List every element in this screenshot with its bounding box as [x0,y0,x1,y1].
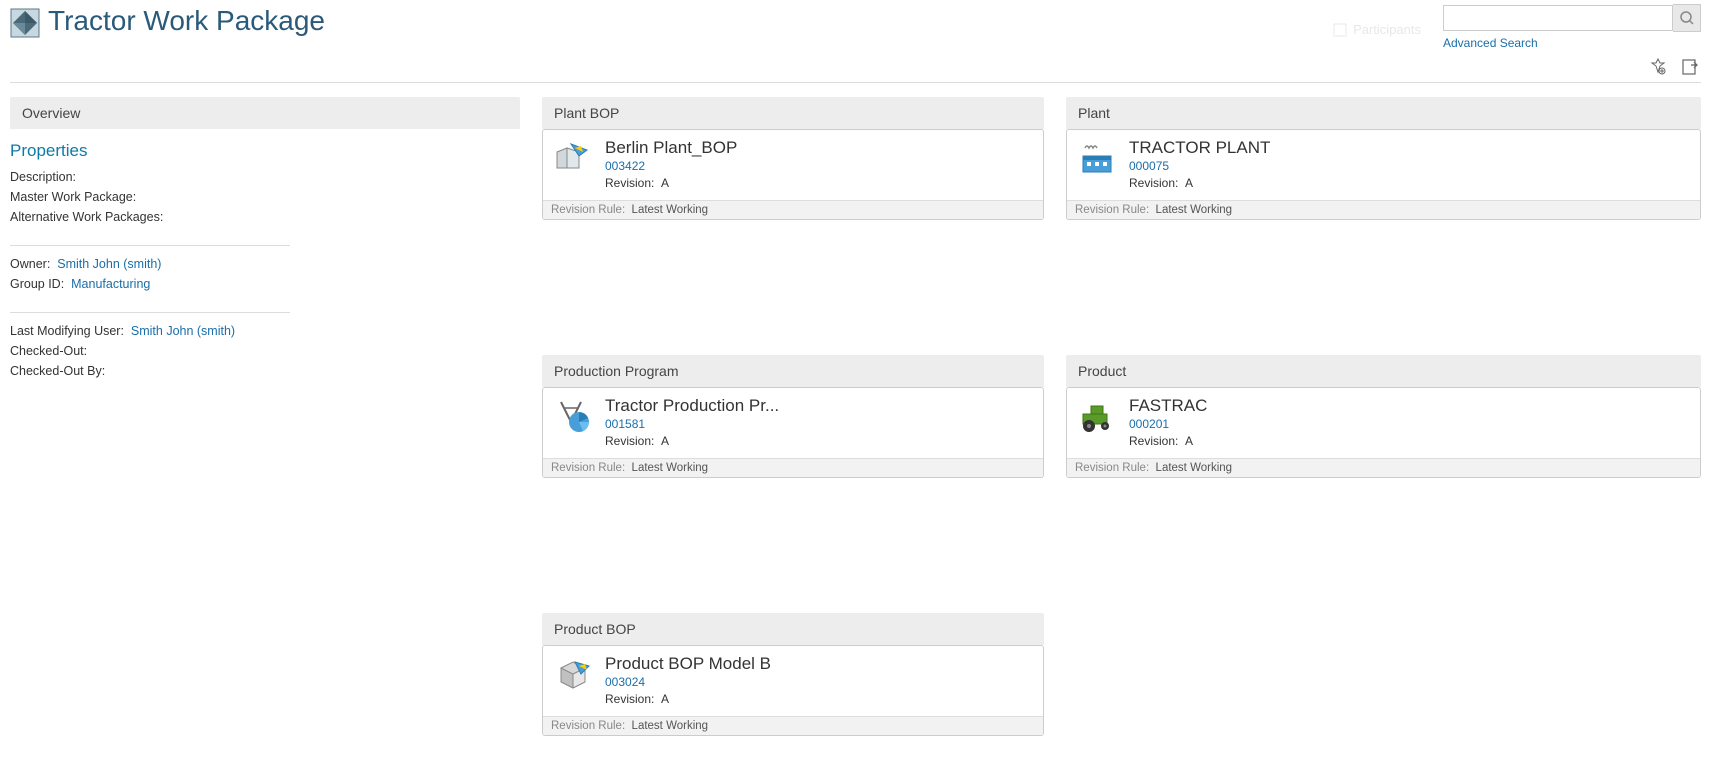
plant-bop-rev: A [661,176,669,190]
production-program-rev-label: Revision: [605,434,654,448]
group-link[interactable]: Manufacturing [71,277,150,291]
product-id[interactable]: 000201 [1129,416,1690,433]
product-bop-icon [553,654,593,694]
product-bop-card[interactable]: Product BOP Model B 003024 Revision: A R… [542,645,1044,736]
plant-rule-label: Revision Rule: [1075,204,1149,216]
properties-title: Properties [10,141,520,161]
export-icon[interactable] [1679,56,1701,78]
checked-out-by-label: Checked-Out By: [10,364,105,378]
product-bop-rule: Latest Working [632,720,709,732]
content-area: Overview Properties Description: Master … [0,83,1711,750]
search-icon [1679,10,1695,26]
product-bop-rev-label: Revision: [605,692,654,706]
product-card[interactable]: FASTRAC 000201 Revision: A Revision Rule… [1066,387,1701,478]
production-program-title: Tractor Production Pr... [605,396,1033,416]
search-row [1443,4,1701,32]
product-rule-label: Revision Rule: [1075,462,1149,474]
plant-icon [1077,138,1117,178]
product-rev: A [1185,434,1193,448]
group-label: Group ID: [10,277,64,291]
production-program-rule: Latest Working [632,462,709,474]
prop-separator-2 [10,312,290,313]
product-title: FASTRAC [1129,396,1690,416]
description-label: Description: [10,170,76,184]
plant-card[interactable]: TRACTOR PLANT 000075 Revision: A Revisio… [1066,129,1701,220]
product-panel: Product FASTRAC [1066,355,1701,595]
product-bop-id[interactable]: 003024 [605,674,1033,691]
plant-bop-rule: Latest Working [632,204,709,216]
last-mod-label: Last Modifying User: [10,324,124,338]
plant-bop-title: Berlin Plant_BOP [605,138,1033,158]
product-bop-header: Product BOP [542,613,1044,645]
product-icon [1077,396,1117,436]
search-input[interactable] [1443,5,1673,31]
product-rule: Latest Working [1156,462,1233,474]
ghost-text: Participants [1353,22,1421,37]
production-program-rev: A [661,434,669,448]
plant-title: TRACTOR PLANT [1129,138,1690,158]
production-program-panel: Production Program Tractor Production [542,355,1044,595]
header-left: Tractor Work Package [10,4,325,38]
plant-rev-label: Revision: [1129,176,1178,190]
action-icons [1647,56,1701,78]
product-bop-rev: A [661,692,669,706]
overview-header: Overview [10,97,520,129]
plant-id[interactable]: 000075 [1129,158,1690,175]
product-bop-panel: Product BOP Product BOP Model B [542,613,1044,736]
properties-group-2: Owner: Smith John (smith) Group ID: Manu… [10,254,520,304]
plant-bop-icon [553,138,593,178]
prop-separator-1 [10,245,290,246]
production-program-rule-label: Revision Rule: [551,462,625,474]
plant-header: Plant [1066,97,1701,129]
overview-panel: Overview Properties Description: Master … [10,97,520,736]
last-mod-link[interactable]: Smith John (smith) [131,324,235,338]
owner-link[interactable]: Smith John (smith) [57,257,161,271]
plant-rev: A [1185,176,1193,190]
production-program-icon [553,396,593,436]
plant-bop-panel: Plant BOP Berlin Plant_BOP 003422 [542,97,1044,337]
work-package-icon [10,8,40,38]
search-button[interactable] [1673,4,1701,32]
page-header: Tractor Work Package Participants Advanc… [0,0,1711,78]
plant-rule: Latest Working [1156,204,1233,216]
plant-bop-id[interactable]: 003422 [605,158,1033,175]
alt-wp-label: Alternative Work Packages: [10,210,163,224]
page-title: Tractor Work Package [48,5,325,37]
plant-panel: Plant TRACTOR PLANT [1066,97,1701,337]
production-program-card[interactable]: Tractor Production Pr... 001581 Revision… [542,387,1044,478]
properties-group-1: Description: Master Work Package: Altern… [10,167,520,237]
product-bop-title: Product BOP Model B [605,654,1033,674]
product-bop-rule-label: Revision Rule: [551,720,625,732]
right-column: Plant TRACTOR PLANT [1066,97,1701,736]
product-rev-label: Revision: [1129,434,1178,448]
plant-bop-card[interactable]: Berlin Plant_BOP 003422 Revision: A Revi… [542,129,1044,220]
header-right: Advanced Search [1443,4,1701,78]
advanced-search-link[interactable]: Advanced Search [1443,36,1538,50]
pin-icon[interactable] [1647,56,1669,78]
plant-bop-rule-label: Revision Rule: [551,204,625,216]
production-program-header: Production Program [542,355,1044,387]
ghost-indicator: Participants [1333,22,1421,37]
plant-bop-header: Plant BOP [542,97,1044,129]
owner-label: Owner: [10,257,50,271]
checked-out-label: Checked-Out: [10,344,87,358]
master-wp-label: Master Work Package: [10,190,136,204]
product-header: Product [1066,355,1701,387]
plant-bop-rev-label: Revision: [605,176,654,190]
properties-group-3: Last Modifying User: Smith John (smith) … [10,321,520,391]
mid-column: Plant BOP Berlin Plant_BOP 003422 [542,97,1044,736]
production-program-id[interactable]: 001581 [605,416,1033,433]
